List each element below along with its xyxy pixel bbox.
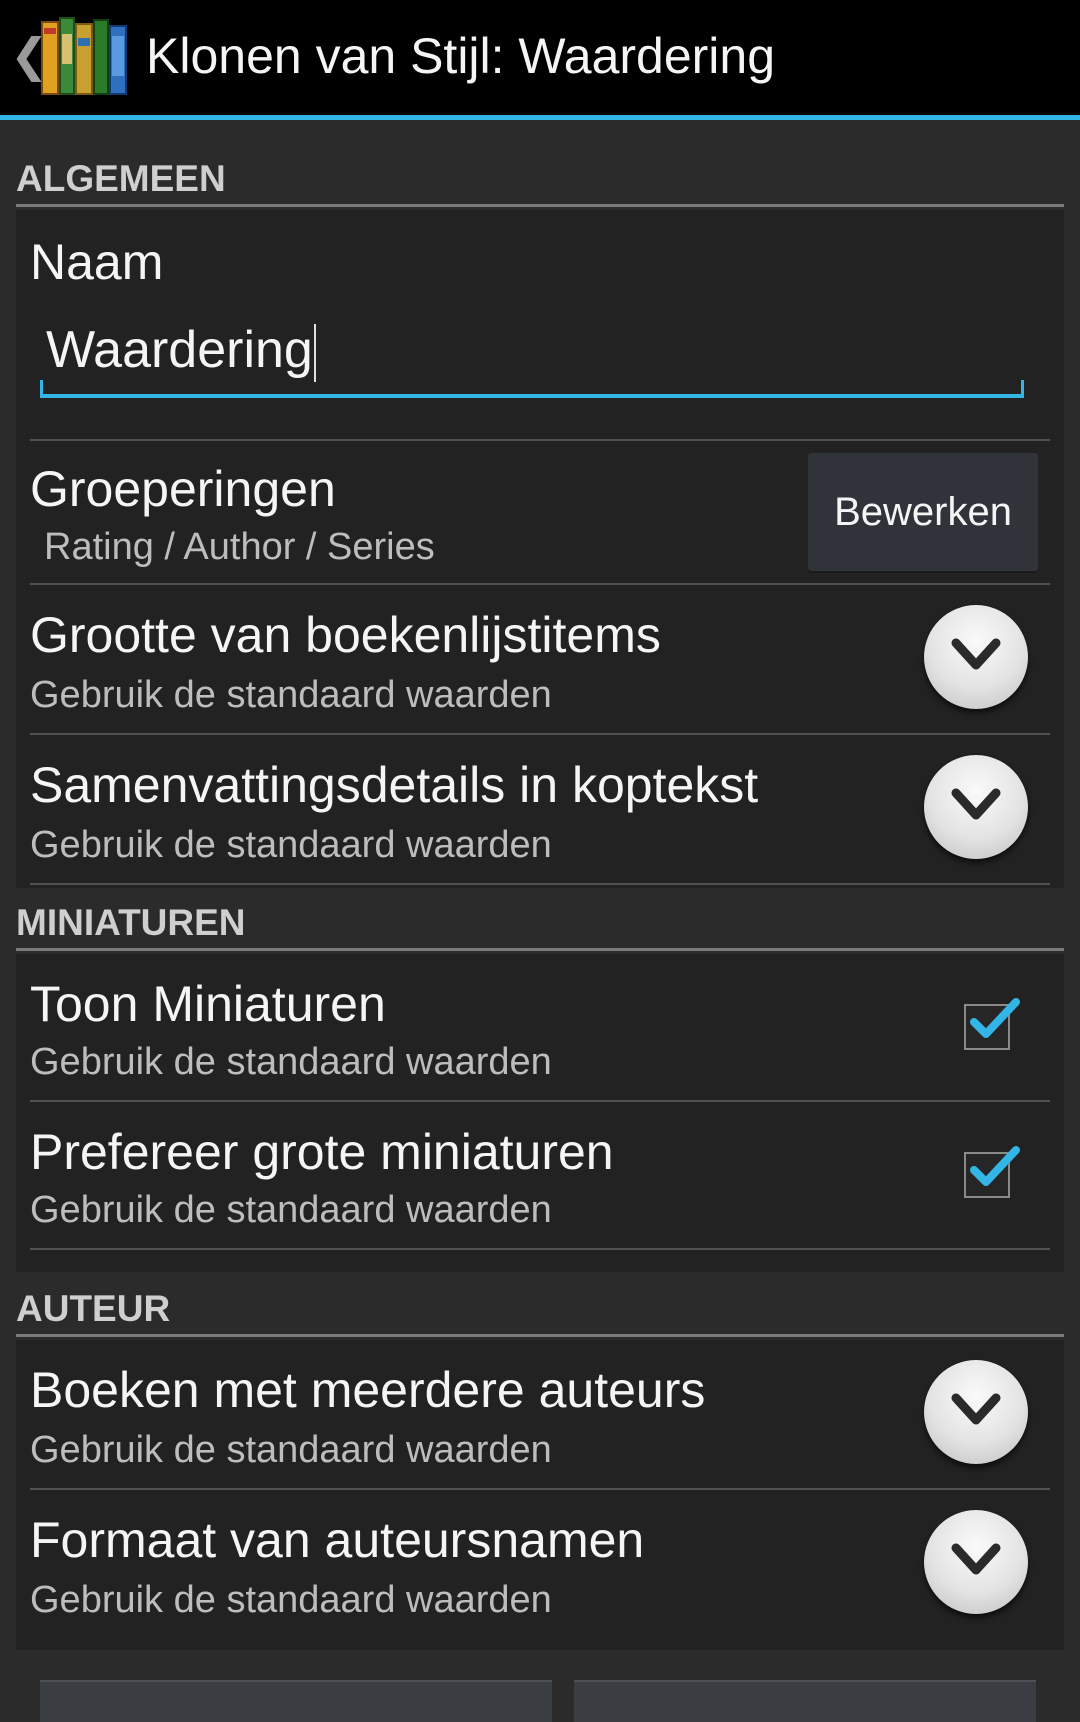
summary-row[interactable]: Samenvattingsdetails in koptekst Gebruik… bbox=[30, 735, 1050, 885]
large-thumbnails-checkbox[interactable] bbox=[964, 1146, 1020, 1198]
footer-button-left[interactable] bbox=[40, 1680, 552, 1722]
item-size-value: Gebruik de standaard waarden bbox=[30, 674, 552, 716]
groupings-title: Groeperingen bbox=[30, 461, 336, 517]
summary-value: Gebruik de standaard waarden bbox=[30, 824, 552, 866]
multi-author-title: Boeken met meerdere auteurs bbox=[30, 1362, 706, 1418]
item-size-dropdown-button[interactable] bbox=[924, 605, 1028, 709]
action-bar: ❮ Klonen van Stijl: Waardering bbox=[0, 0, 1080, 120]
page-title: Klonen van Stijl: Waardering bbox=[146, 28, 776, 84]
summary-title: Samenvattingsdetails in koptekst bbox=[30, 757, 759, 813]
chevron-down-icon bbox=[951, 638, 1001, 670]
show-thumbnails-value: Gebruik de standaard waarden bbox=[30, 1041, 552, 1083]
show-thumbnails-row[interactable]: Toon Miniaturen Gebruik de standaard waa… bbox=[30, 954, 1050, 1102]
author-format-value: Gebruik de standaard waarden bbox=[30, 1579, 552, 1621]
section-header-author: AUTEUR bbox=[16, 1269, 1064, 1337]
checkmark-icon bbox=[970, 998, 1020, 1038]
section-header-general: ALGEMEEN bbox=[16, 139, 1064, 207]
author-panel: Boeken met meerdere auteurs Gebruik de s… bbox=[16, 1340, 1064, 1650]
chevron-down-icon bbox=[951, 788, 1001, 820]
groupings-value: Rating / Author / Series bbox=[44, 526, 435, 568]
groupings-row: Groeperingen Rating / Author / Series Be… bbox=[30, 441, 1050, 585]
bookshelf-icon[interactable] bbox=[40, 14, 128, 98]
thumbnails-panel: Toon Miniaturen Gebruik de standaard waa… bbox=[16, 954, 1064, 1272]
checkmark-icon bbox=[970, 1146, 1020, 1186]
author-format-row[interactable]: Formaat van auteursnamen Gebruik de stan… bbox=[30, 1490, 1050, 1650]
summary-dropdown-button[interactable] bbox=[924, 755, 1028, 859]
name-row bbox=[30, 210, 1050, 441]
large-thumbnails-row[interactable]: Prefereer grote miniaturen Gebruik de st… bbox=[30, 1102, 1050, 1250]
item-size-row[interactable]: Grootte van boekenlijstitems Gebruik de … bbox=[30, 585, 1050, 735]
edit-groupings-button[interactable]: Bewerken bbox=[808, 453, 1038, 571]
section-header-thumbnails: MINIATUREN bbox=[16, 883, 1064, 951]
chevron-down-icon bbox=[951, 1393, 1001, 1425]
author-format-title: Formaat van auteursnamen bbox=[30, 1512, 645, 1568]
author-format-dropdown-button[interactable] bbox=[924, 1510, 1028, 1614]
large-thumbnails-value: Gebruik de standaard waarden bbox=[30, 1189, 552, 1231]
settings-content[interactable]: ALGEMEEN Naam Waardering Groeperingen Ra… bbox=[0, 125, 1080, 1722]
footer-button-right[interactable] bbox=[574, 1680, 1036, 1722]
multi-author-row[interactable]: Boeken met meerdere auteurs Gebruik de s… bbox=[30, 1340, 1050, 1490]
show-thumbnails-title: Toon Miniaturen bbox=[30, 976, 386, 1032]
large-thumbnails-title: Prefereer grote miniaturen bbox=[30, 1124, 614, 1180]
show-thumbnails-checkbox[interactable] bbox=[964, 998, 1020, 1050]
item-size-title: Grootte van boekenlijstitems bbox=[30, 607, 661, 663]
multi-author-value: Gebruik de standaard waarden bbox=[30, 1429, 552, 1471]
chevron-down-icon bbox=[951, 1543, 1001, 1575]
multi-author-dropdown-button[interactable] bbox=[924, 1360, 1028, 1464]
general-panel: Naam Waardering Groeperingen Rating / Au… bbox=[16, 210, 1064, 888]
